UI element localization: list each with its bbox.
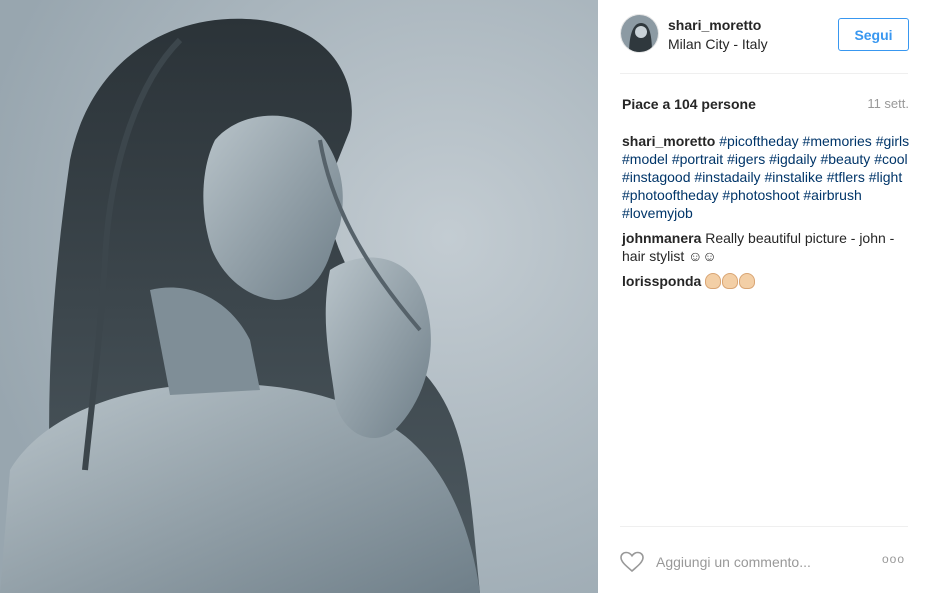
hashtag[interactable]: #light (869, 169, 902, 185)
post-time[interactable]: 11 sett. (867, 96, 909, 111)
hashtag[interactable]: #tflers (827, 169, 865, 185)
hashtag[interactable]: #portrait (672, 151, 723, 167)
hashtag[interactable]: #beauty (820, 151, 870, 167)
comment-username[interactable]: johnmanera (622, 230, 701, 246)
hashtag[interactable]: #airbrush (803, 187, 861, 203)
hashtag[interactable]: #photooftheday (622, 187, 719, 203)
post-header: shari_moretto Milan City - Italy Segui (620, 14, 909, 54)
follow-button[interactable]: Segui (838, 18, 909, 51)
more-options-icon[interactable]: ooo (882, 552, 905, 566)
post-details-panel: shari_moretto Milan City - Italy Segui P… (598, 0, 931, 593)
hashtag[interactable]: #igdaily (769, 151, 816, 167)
comment-item: johnmanera Really beautiful picture - jo… (622, 229, 912, 265)
hashtag[interactable]: #igers (727, 151, 765, 167)
hashtag[interactable]: #model (622, 151, 668, 167)
avatar[interactable] (620, 14, 659, 53)
likes-count[interactable]: Piace a 104 persone (622, 96, 756, 112)
hashtag[interactable]: #photoshoot (722, 187, 799, 203)
comment-item: lorissponda (622, 272, 912, 290)
caption: shari_moretto #picoftheday #memories #gi… (622, 132, 912, 222)
hashtag[interactable]: #instadaily (694, 169, 760, 185)
add-comment-input[interactable] (656, 550, 866, 574)
hashtag[interactable]: #instagood (622, 169, 691, 185)
clapping-hands-icon (705, 273, 722, 289)
header-divider (620, 73, 908, 74)
heart-icon[interactable] (620, 551, 644, 573)
comment-username[interactable]: lorissponda (622, 273, 701, 289)
hashtag[interactable]: #instalike (764, 169, 822, 185)
hashtag[interactable]: #girls (876, 133, 909, 149)
comments-list: shari_moretto #picoftheday #memories #gi… (622, 132, 912, 297)
post-username[interactable]: shari_moretto (668, 17, 761, 33)
hashtag[interactable]: #lovemyjob (622, 205, 693, 221)
post-location[interactable]: Milan City - Italy (668, 36, 768, 52)
comment-bar: ooo (620, 548, 910, 576)
hashtag[interactable]: #picoftheday (719, 133, 798, 149)
hashtag[interactable]: #memories (803, 133, 872, 149)
post-photo[interactable] (0, 0, 598, 593)
caption-username[interactable]: shari_moretto (622, 133, 715, 149)
footer-divider (620, 526, 908, 527)
hashtag[interactable]: #cool (874, 151, 907, 167)
portrait-image (0, 0, 598, 593)
clapping-hands-icon (739, 273, 756, 289)
clapping-hands-icon (722, 273, 739, 289)
